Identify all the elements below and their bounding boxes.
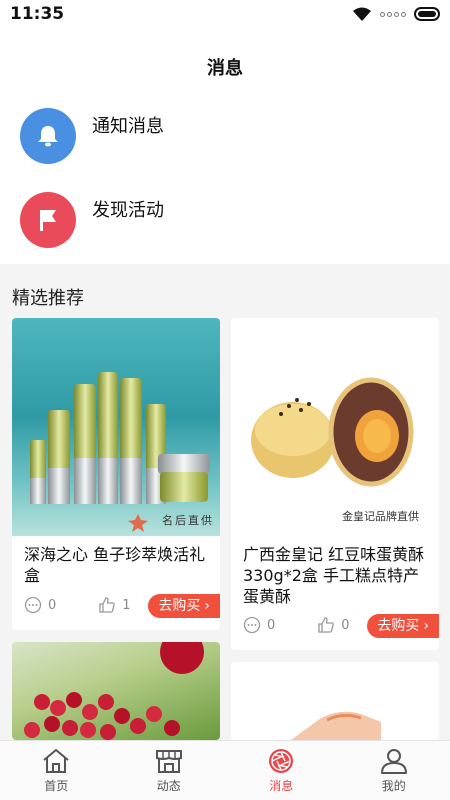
comment-count: 0: [48, 597, 57, 613]
status-icons: [352, 6, 440, 22]
buy-button-label: 去购买: [158, 598, 201, 614]
battery-icon: [414, 7, 440, 21]
home-icon: [43, 749, 69, 773]
tab-bar: 首页 动态 消息 我的: [0, 740, 450, 800]
tab-label: 动态: [156, 779, 181, 793]
message-item-label: 通知消息: [92, 116, 164, 137]
product-image: [12, 642, 220, 740]
signal-icon: [380, 11, 406, 17]
chevron-right-icon: ›: [423, 618, 429, 634]
message-item-notifications[interactable]: 通知消息: [0, 94, 450, 178]
product-stats: 0 1: [24, 596, 131, 614]
product-image-art: [24, 642, 204, 740]
store-icon: [155, 750, 182, 773]
tab-home[interactable]: 首页: [0, 741, 113, 800]
chevron-right-icon: ›: [204, 598, 210, 614]
tab-messages[interactable]: 消息: [225, 741, 338, 800]
buy-button[interactable]: 去购买 ›: [367, 614, 439, 638]
product-image-art: [291, 711, 381, 740]
tab-label: 我的: [381, 779, 406, 793]
message-list: 通知消息 发现活动: [0, 94, 450, 264]
product-image-art: [251, 377, 414, 487]
tab-label: 首页: [44, 779, 69, 793]
like-count: 0: [341, 617, 350, 633]
product-image-caption: 金皇记品牌直供: [342, 510, 419, 523]
product-card[interactable]: [231, 662, 439, 740]
product-image-art: [30, 372, 210, 532]
product-image: 金皇记品牌直供: [231, 318, 439, 536]
like-count: 1: [122, 597, 131, 613]
product-image-caption: 名后直供: [162, 514, 214, 527]
message-item-activities[interactable]: 发现活动: [0, 178, 450, 262]
flag-icon: [20, 192, 76, 248]
section-title: 精选推荐: [12, 288, 84, 309]
bell-icon: [20, 108, 76, 164]
status-time: 11:35: [10, 4, 65, 24]
message-item-label: 发现活动: [92, 200, 164, 221]
product-card[interactable]: 金皇记品牌直供 广西金皇记 红豆味蛋黄酥 330g*2盒 手工糕点特产蛋黄酥 0…: [231, 318, 439, 650]
user-icon: [380, 749, 407, 774]
buy-button[interactable]: 去购买 ›: [148, 594, 220, 618]
product-title: 深海之心 鱼子珍萃焕活礼盒: [24, 545, 206, 585]
product-stats: 0 0: [243, 616, 350, 634]
tab-feed[interactable]: 动态: [113, 741, 226, 800]
product-card[interactable]: [12, 642, 220, 740]
product-title: 广西金皇记 红豆味蛋黄酥 330g*2盒 手工糕点特产蛋黄酥: [243, 545, 425, 606]
status-bar: 11:35: [0, 0, 450, 30]
like-icon[interactable]: [98, 596, 116, 614]
comment-icon[interactable]: [243, 616, 261, 634]
page-header: 消息: [0, 30, 450, 94]
comment-icon[interactable]: [24, 596, 42, 614]
product-image: 名后直供: [12, 318, 220, 536]
aperture-icon: [269, 749, 294, 773]
wifi-icon: [353, 7, 371, 21]
tab-label: 消息: [269, 779, 294, 793]
comment-count: 0: [267, 617, 276, 633]
tab-profile[interactable]: 我的: [338, 741, 450, 800]
product-image: [231, 662, 439, 740]
page-title: 消息: [207, 58, 243, 79]
buy-button-label: 去购买: [377, 618, 420, 634]
product-card[interactable]: 名后直供 深海之心 鱼子珍萃焕活礼盒 0 1 去购买 ›: [12, 318, 220, 630]
like-icon[interactable]: [317, 616, 335, 634]
